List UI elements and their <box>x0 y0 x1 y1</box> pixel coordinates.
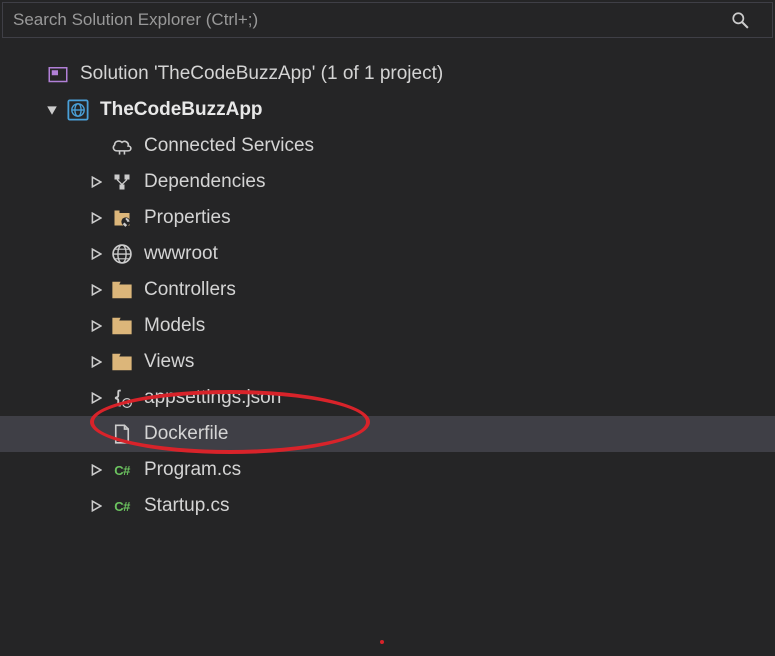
search-icon[interactable] <box>728 8 752 32</box>
expand-icon[interactable] <box>88 210 104 226</box>
solution-tree: Solution 'TheCodeBuzzApp' (1 of 1 projec… <box>0 40 775 524</box>
project-label: TheCodeBuzzApp <box>100 99 263 121</box>
expander-blank <box>88 138 104 154</box>
tree-item-appsettings[interactable]: appsettings.json <box>0 380 775 416</box>
cs-icon: C# <box>110 494 134 518</box>
solution-icon <box>46 62 70 86</box>
tree-item-wwwroot[interactable]: wwwroot <box>0 236 775 272</box>
cloud-icon <box>110 134 134 158</box>
expander-blank <box>24 66 40 82</box>
project-node[interactable]: TheCodeBuzzApp <box>0 92 775 128</box>
item-label: Dependencies <box>144 171 265 193</box>
item-label: Controllers <box>144 279 236 301</box>
annotation-dot <box>380 640 384 644</box>
csproj-icon <box>66 98 90 122</box>
expand-icon[interactable] <box>88 498 104 514</box>
item-label: Dockerfile <box>144 423 228 445</box>
folder-icon <box>110 278 134 302</box>
item-label: Startup.cs <box>144 495 230 517</box>
globe-icon <box>110 242 134 266</box>
expand-icon[interactable] <box>88 354 104 370</box>
item-label: Models <box>144 315 205 337</box>
folder-icon <box>110 314 134 338</box>
expand-icon[interactable] <box>88 390 104 406</box>
tree-item-controllers[interactable]: Controllers <box>0 272 775 308</box>
tree-item-dependencies[interactable]: Dependencies <box>0 164 775 200</box>
search-placeholder: Search Solution Explorer (Ctrl+;) <box>13 10 258 30</box>
expand-icon[interactable] <box>88 282 104 298</box>
solution-label: Solution 'TheCodeBuzzApp' (1 of 1 projec… <box>80 63 443 85</box>
item-label: Views <box>144 351 194 373</box>
tree-item-connected-services[interactable]: Connected Services <box>0 128 775 164</box>
item-label: Connected Services <box>144 135 314 157</box>
json-icon <box>110 386 134 410</box>
tree-item-views[interactable]: Views <box>0 344 775 380</box>
file-icon <box>110 422 134 446</box>
item-label: Properties <box>144 207 231 229</box>
item-label: wwwroot <box>144 243 218 265</box>
folder-icon <box>110 350 134 374</box>
tree-item-models[interactable]: Models <box>0 308 775 344</box>
expand-icon[interactable] <box>88 246 104 262</box>
expand-icon[interactable] <box>88 462 104 478</box>
search-bar[interactable]: Search Solution Explorer (Ctrl+;) <box>2 2 773 38</box>
tree-item-dockerfile[interactable]: Dockerfile <box>0 416 775 452</box>
wrench-icon <box>110 206 134 230</box>
expand-icon[interactable] <box>88 318 104 334</box>
tree-item-properties[interactable]: Properties <box>0 200 775 236</box>
expand-icon[interactable] <box>88 174 104 190</box>
tree-item-program[interactable]: C# Program.cs <box>0 452 775 488</box>
item-label: Program.cs <box>144 459 241 481</box>
cs-icon: C# <box>110 458 134 482</box>
expander-blank <box>88 426 104 442</box>
collapse-icon[interactable] <box>44 102 60 118</box>
dependencies-icon <box>110 170 134 194</box>
solution-node[interactable]: Solution 'TheCodeBuzzApp' (1 of 1 projec… <box>0 56 775 92</box>
tree-item-startup[interactable]: C# Startup.cs <box>0 488 775 524</box>
item-label: appsettings.json <box>144 387 281 409</box>
